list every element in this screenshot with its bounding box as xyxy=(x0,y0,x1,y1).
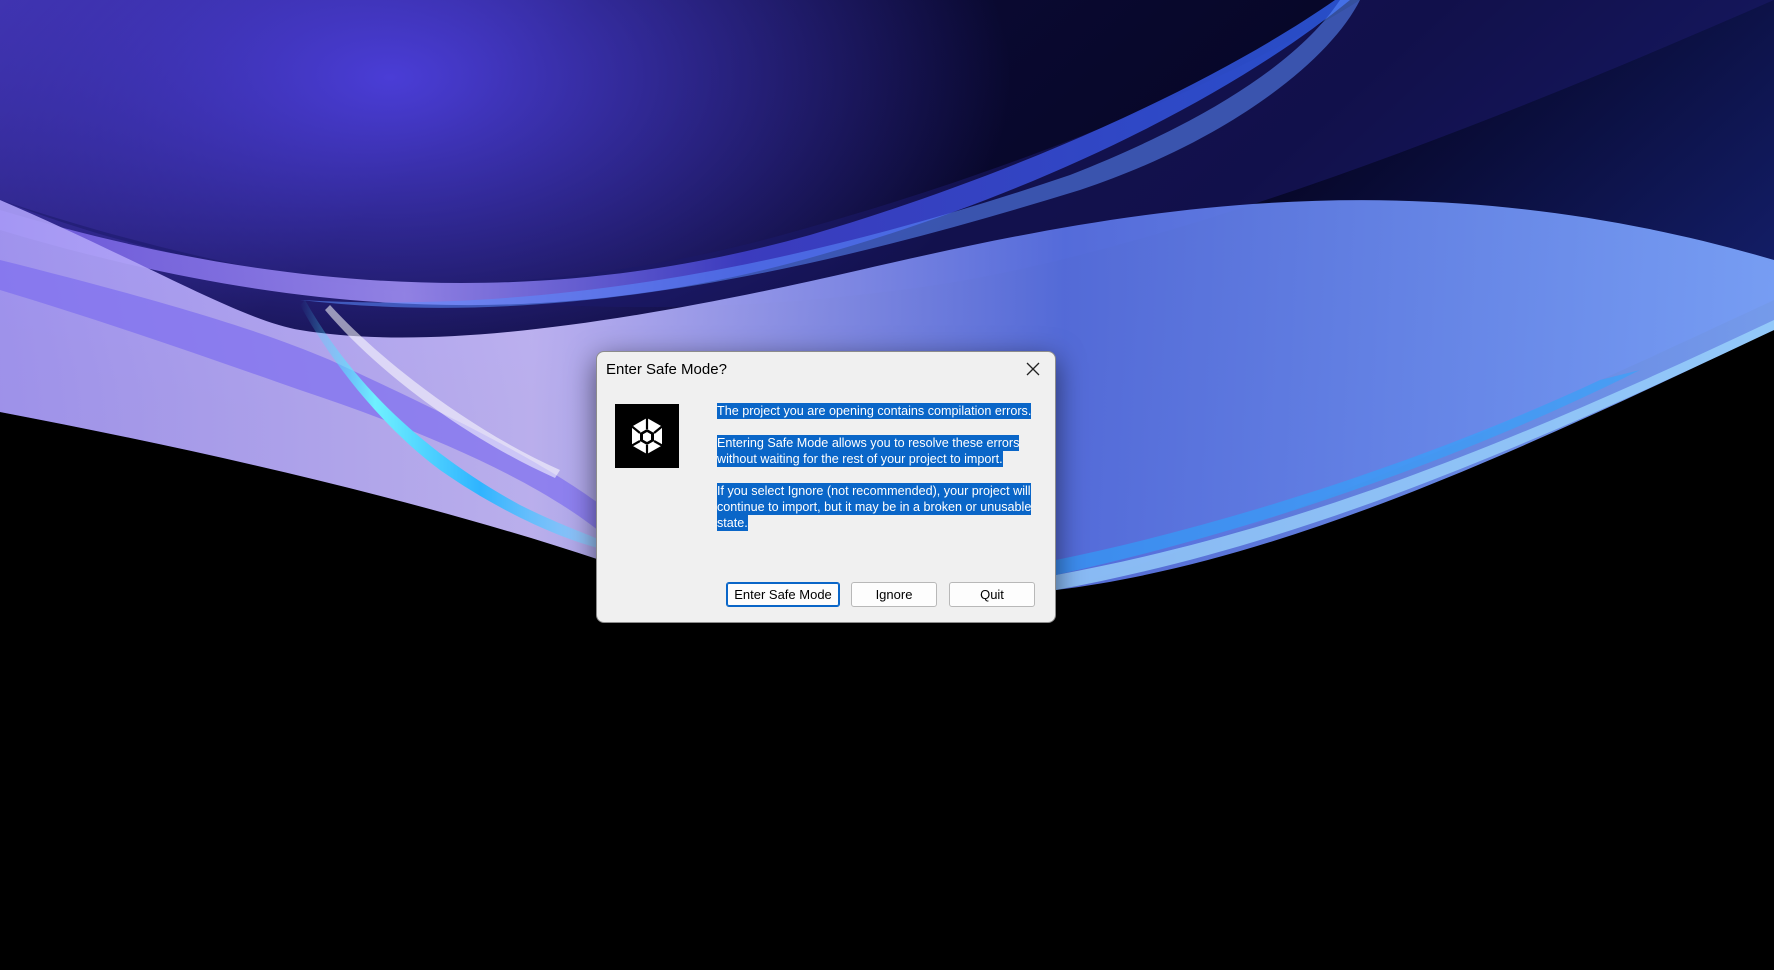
enter-safe-mode-button[interactable]: Enter Safe Mode xyxy=(726,582,840,607)
message-paragraph-1: The project you are opening contains com… xyxy=(717,403,1032,419)
dialog-titlebar[interactable]: Enter Safe Mode? xyxy=(597,352,1055,388)
unity-logo-icon xyxy=(615,404,679,468)
quit-button[interactable]: Quit xyxy=(949,582,1035,607)
safe-mode-dialog: Enter Safe Mode? The project you are ope… xyxy=(596,351,1056,623)
ignore-button[interactable]: Ignore xyxy=(851,582,937,607)
message-paragraph-3: If you select Ignore (not recommended), … xyxy=(717,483,1032,531)
close-icon xyxy=(1026,362,1040,376)
dialog-title: Enter Safe Mode? xyxy=(606,361,727,378)
dialog-message: The project you are opening contains com… xyxy=(717,403,1037,547)
close-button[interactable] xyxy=(1011,352,1055,386)
message-paragraph-2: Entering Safe Mode allows you to resolve… xyxy=(717,435,1020,467)
desktop: Enter Safe Mode? The project you are ope… xyxy=(0,0,1774,970)
